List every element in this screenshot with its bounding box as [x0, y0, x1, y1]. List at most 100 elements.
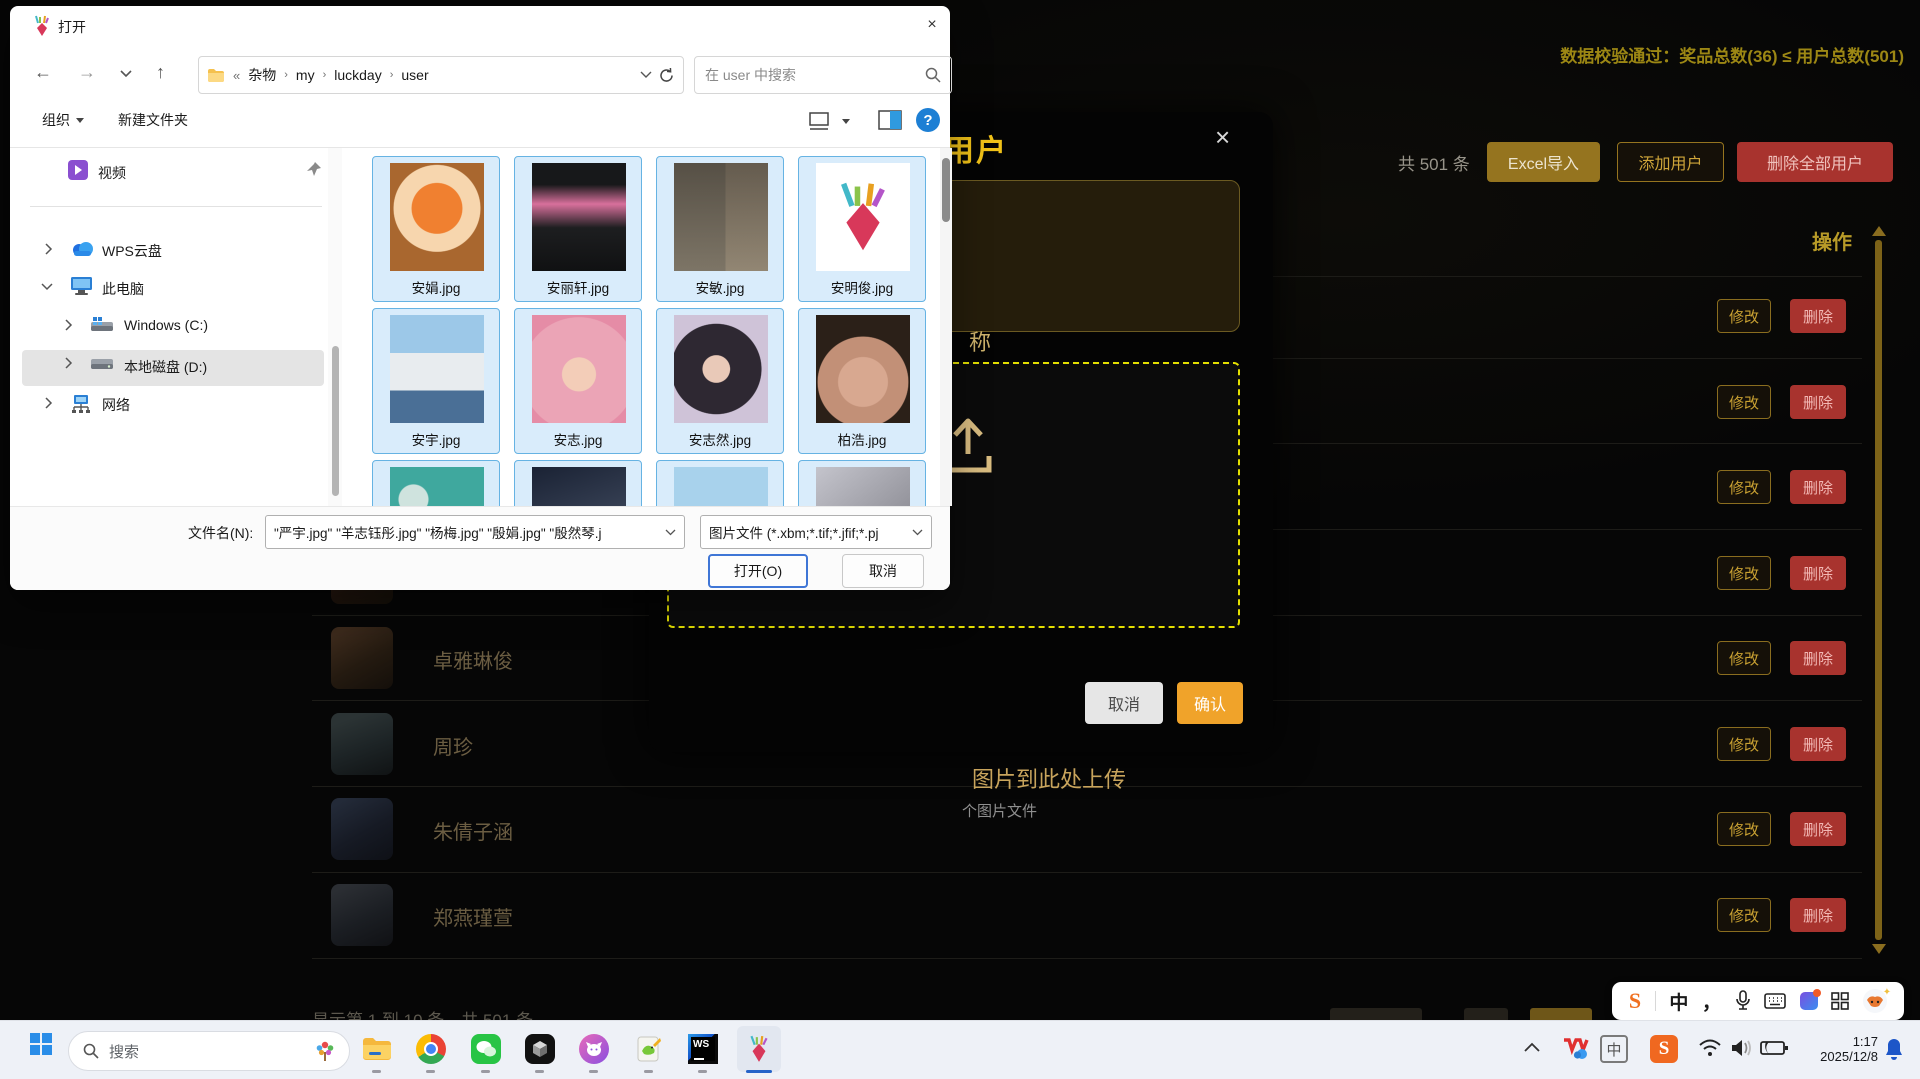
table-scrollbar-up-arrow[interactable] [1872, 226, 1886, 236]
address-dropdown-icon[interactable] [640, 71, 652, 79]
file-tile[interactable]: 安志然.jpg [656, 308, 784, 454]
file-tile[interactable] [514, 460, 642, 506]
modify-button[interactable]: 修改 [1717, 470, 1771, 504]
modify-button[interactable]: 修改 [1717, 812, 1771, 846]
breadcrumb[interactable]: « 杂物 › my › luckday › user [198, 56, 684, 94]
tray-chevron-up-icon[interactable] [1524, 1042, 1540, 1052]
delete-button[interactable]: 删除 [1790, 556, 1846, 590]
pagination-button[interactable] [1330, 1008, 1422, 1020]
sidebar-item-network[interactable]: 网络 [102, 395, 130, 415]
chevron-right-icon[interactable] [44, 396, 53, 410]
organize-menu[interactable]: 组织 [42, 110, 84, 130]
file-tile[interactable] [372, 460, 500, 506]
skin-icon[interactable] [1800, 992, 1818, 1010]
sidebar-item-drive-c[interactable]: Windows (C:) [124, 317, 208, 333]
breadcrumb-segment[interactable]: luckday [334, 67, 381, 83]
tray-ime-mode-icon[interactable]: 中 [1600, 1035, 1628, 1063]
delete-button[interactable]: 删除 [1790, 470, 1846, 504]
tray-sogou-icon[interactable]: S [1650, 1035, 1678, 1063]
table-scrollbar[interactable] [1875, 240, 1882, 940]
pagination-button[interactable] [1464, 1008, 1508, 1020]
ime-punctuation-icon[interactable]: ， [1702, 988, 1721, 1015]
history-chevron-icon[interactable] [120, 70, 132, 78]
pagination-button[interactable] [1530, 1008, 1592, 1020]
chevron-right-icon[interactable] [44, 242, 53, 256]
filename-combobox[interactable]: "严宇.jpg" "羊志钰彤.jpg" "杨梅.jpg" "殷娟.jpg" "殷… [265, 515, 685, 549]
sidebar-item-wps-cloud[interactable]: WPS云盘 [102, 241, 162, 261]
new-folder-button[interactable]: 新建文件夹 [118, 110, 188, 130]
tray-wps-icon[interactable] [1558, 1031, 1594, 1067]
taskbar-cat-app-icon[interactable] [576, 1031, 612, 1067]
delete-button[interactable]: 删除 [1790, 385, 1846, 419]
modify-button[interactable]: 修改 [1717, 898, 1771, 932]
pin-icon[interactable] [306, 161, 322, 177]
delete-button[interactable]: 删除 [1790, 898, 1846, 932]
file-tile[interactable] [798, 460, 926, 506]
dialog-search-input[interactable] [705, 67, 925, 83]
taskbar-luckydraw-app-icon[interactable] [741, 1031, 777, 1067]
wifi-icon[interactable] [1698, 1038, 1722, 1058]
modify-button[interactable]: 修改 [1717, 727, 1771, 761]
breadcrumb-segment[interactable]: user [401, 67, 428, 83]
file-tile[interactable]: 安宇.jpg [372, 308, 500, 454]
preview-pane-icon[interactable] [878, 110, 902, 130]
ai-assistant-icon[interactable]: ✦ [1863, 989, 1887, 1013]
taskbar-chrome-icon[interactable] [413, 1031, 449, 1067]
dialog-search[interactable] [694, 56, 952, 94]
file-tile[interactable]: 安敏.jpg [656, 156, 784, 302]
chevron-down-icon[interactable] [40, 282, 54, 291]
breadcrumb-segment[interactable]: my [296, 67, 315, 83]
dialog-cancel-button[interactable]: 取消 [842, 554, 924, 588]
modify-button[interactable]: 修改 [1717, 299, 1771, 333]
sidebar-item-this-pc[interactable]: 此电脑 [102, 279, 144, 299]
file-tile[interactable]: 安丽轩.jpg [514, 156, 642, 302]
taskbar-webstorm-icon[interactable]: WS [685, 1031, 721, 1067]
modal-confirm-button[interactable]: 确认 [1177, 682, 1243, 724]
keyboard-icon[interactable] [1764, 993, 1786, 1009]
sidebar-item-drive-d[interactable]: 本地磁盘 (D:) [124, 357, 207, 377]
delete-button[interactable]: 删除 [1790, 727, 1846, 761]
file-tile[interactable] [656, 460, 784, 506]
modal-close-icon[interactable]: × [1215, 122, 1230, 153]
excel-import-button[interactable]: Excel导入 [1487, 142, 1600, 182]
dialog-close-icon[interactable]: × [916, 10, 948, 40]
delete-button[interactable]: 删除 [1790, 641, 1846, 675]
refresh-icon[interactable] [658, 67, 675, 84]
file-tile[interactable]: 安志.jpg [514, 308, 642, 454]
delete-all-users-button[interactable]: 删除全部用户 [1737, 142, 1893, 182]
start-button-icon[interactable] [30, 1033, 52, 1055]
volume-icon[interactable] [1730, 1037, 1754, 1059]
table-scrollbar-down-arrow[interactable] [1872, 944, 1886, 954]
forward-icon[interactable]: → [78, 62, 96, 83]
chevron-right-icon[interactable] [64, 356, 73, 370]
taskbar-search[interactable]: 搜索 [68, 1031, 350, 1071]
view-mode-chevron-icon[interactable] [842, 119, 850, 124]
taskbar-notepadpp-icon[interactable] [631, 1031, 667, 1067]
file-tile[interactable]: 安明俊.jpg [798, 156, 926, 302]
breadcrumb-segment[interactable]: 杂物 [248, 65, 276, 85]
sogou-logo-icon[interactable]: S [1629, 988, 1641, 1014]
notification-bell-icon[interactable] [1884, 1037, 1904, 1061]
open-button[interactable]: 打开(O) [708, 554, 808, 588]
file-tile[interactable]: 安娟.jpg [372, 156, 500, 302]
modify-button[interactable]: 修改 [1717, 641, 1771, 675]
toolbox-grid-icon[interactable] [1831, 992, 1849, 1010]
help-icon[interactable]: ? [916, 108, 940, 132]
modify-button[interactable]: 修改 [1717, 556, 1771, 590]
up-icon[interactable]: ↑ [156, 62, 165, 83]
taskbar-file-explorer-icon[interactable] [359, 1031, 395, 1067]
chevron-right-icon[interactable] [64, 318, 73, 332]
add-user-button[interactable]: 添加用户 [1617, 142, 1724, 182]
sidebar-scrollbar-thumb[interactable] [332, 346, 339, 496]
taskbar-wechat-icon[interactable] [468, 1031, 504, 1067]
delete-button[interactable]: 删除 [1790, 812, 1846, 846]
view-mode-icon[interactable] [808, 112, 830, 130]
file-tile[interactable]: 柏浩.jpg [798, 308, 926, 454]
sidebar-item-videos[interactable]: 视频 [98, 163, 126, 183]
back-icon[interactable]: ← [34, 62, 52, 83]
battery-icon[interactable] [1760, 1039, 1788, 1057]
microphone-icon[interactable] [1735, 990, 1751, 1012]
modal-cancel-button[interactable]: 取消 [1085, 682, 1163, 724]
tray-clock[interactable]: 1:17 2025/12/8 [1800, 1034, 1878, 1064]
taskbar-cube-app-icon[interactable] [522, 1031, 558, 1067]
